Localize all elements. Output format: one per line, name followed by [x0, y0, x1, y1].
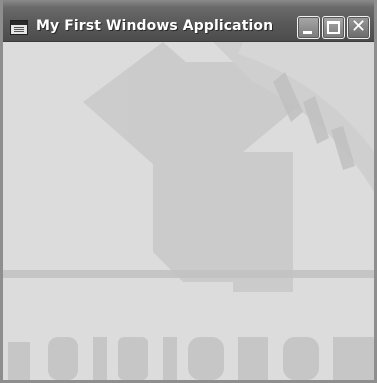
close-icon: ✕	[350, 16, 367, 37]
maximize-button[interactable]	[322, 16, 345, 39]
maximize-icon	[327, 21, 340, 34]
minimize-button[interactable]	[297, 16, 320, 39]
title-bar[interactable]: My First Windows Application ✕	[3, 0, 374, 42]
application-icon[interactable]	[10, 20, 28, 35]
window-title: My First Windows Application	[36, 18, 274, 34]
client-area	[3, 42, 374, 380]
minimize-icon	[303, 31, 312, 34]
background-watermark	[3, 42, 374, 380]
close-button[interactable]: ✕	[347, 16, 370, 39]
app-window: My First Windows Application ✕	[0, 0, 377, 383]
